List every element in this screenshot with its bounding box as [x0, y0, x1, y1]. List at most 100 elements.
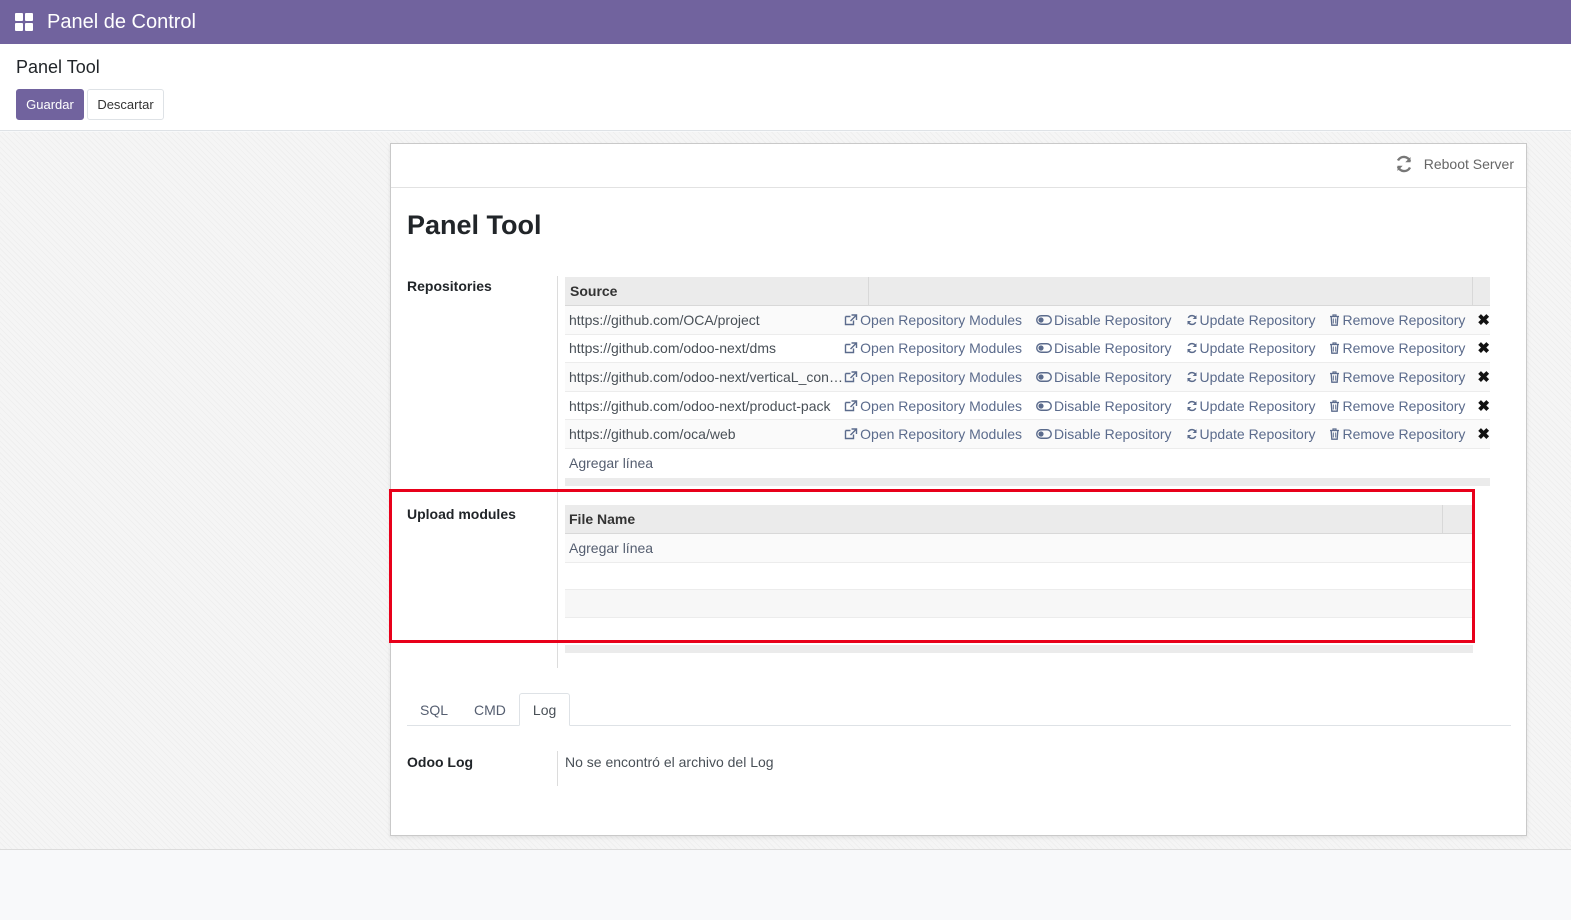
remove-repository-label: Remove Repository [1342, 397, 1466, 414]
field-separator [557, 751, 558, 786]
toggle-off-icon [1036, 400, 1052, 411]
save-button[interactable]: Guardar [16, 89, 84, 120]
toggle-off-icon [1036, 372, 1052, 382]
repositories-table-header: Source [565, 276, 1490, 306]
disable-repository-button[interactable]: Disable Repository [1036, 398, 1172, 414]
upload-modules-table: File Name Agregar línea [565, 504, 1473, 653]
trash-icon [1330, 342, 1340, 355]
notebook-tabs: SQL CMD Log [407, 693, 1511, 726]
remove-repository-label: Remove Repository [1342, 340, 1466, 357]
disable-repository-label: Disable Repository [1054, 340, 1172, 357]
refresh-icon [1186, 343, 1197, 354]
repository-url[interactable]: https://github.com/oca/web [565, 426, 844, 442]
disable-repository-button[interactable]: Disable Repository [1036, 426, 1172, 442]
repositories-table: Source https://github.com/OCA/project Ope… [565, 276, 1490, 486]
delete-row-icon[interactable]: ✖ [1477, 339, 1490, 357]
update-repository-label: Update Repository [1199, 311, 1316, 328]
open-repository-button[interactable]: Open Repository Modules [844, 340, 1022, 356]
reboot-server-button[interactable]: Reboot Server [1394, 154, 1514, 174]
remove-repository-button[interactable]: Remove Repository [1329, 312, 1465, 328]
open-repository-button[interactable]: Open Repository Modules [844, 398, 1022, 414]
page-title: Panel Tool [407, 210, 542, 240]
disable-repository-button[interactable]: Disable Repository [1036, 340, 1172, 356]
odoo-log-label: Odoo Log [407, 754, 474, 770]
table-row[interactable]: https://github.com/oca/web Open Repositor… [565, 420, 1490, 449]
repository-url[interactable]: https://github.com/odoo-next/verticaL_co… [565, 369, 844, 385]
table-row[interactable]: https://github.com/odoo-next/verticaL_co… [565, 363, 1490, 392]
source-column-header[interactable]: Source [565, 276, 869, 306]
empty-row [565, 562, 1473, 590]
repository-url[interactable]: https://github.com/OCA/project [565, 312, 844, 328]
remove-repository-button[interactable]: Remove Repository [1329, 340, 1465, 356]
add-repository-line-link[interactable]: Agregar línea [565, 455, 653, 471]
upload-table-header: File Name [565, 504, 1473, 534]
delete-row-icon[interactable]: ✖ [1477, 425, 1490, 443]
repository-url[interactable]: https://github.com/odoo-next/dms [565, 340, 844, 356]
disable-repository-label: Disable Repository [1054, 426, 1172, 443]
external-link-icon [844, 428, 858, 440]
refresh-icon [1186, 429, 1197, 440]
open-repository-button[interactable]: Open Repository Modules [844, 426, 1022, 442]
toggle-off-icon [1036, 314, 1052, 325]
open-repository-label: Open Repository Modules [860, 368, 1023, 385]
app-title[interactable]: Panel de Control [47, 11, 196, 34]
field-separator [557, 276, 558, 668]
odoo-log-value: No se encontró el archivo del Log [565, 754, 774, 770]
form-sheet: Reboot Server Panel Tool Repositories So… [390, 143, 1527, 836]
update-repository-label: Update Repository [1199, 397, 1316, 414]
refresh-icon [1186, 314, 1197, 325]
refresh-icon [1186, 400, 1197, 411]
repository-url[interactable]: https://github.com/odoo-next/product-pac… [565, 398, 844, 414]
top-navbar: Panel de Control [0, 0, 1571, 44]
remove-repository-label: Remove Repository [1342, 426, 1466, 443]
remove-repository-button[interactable]: Remove Repository [1329, 369, 1465, 385]
update-repository-button[interactable]: Update Repository [1186, 369, 1315, 385]
delete-row-icon[interactable]: ✖ [1477, 368, 1490, 386]
sheet-header: Reboot Server [391, 144, 1526, 188]
apps-menu-icon[interactable] [15, 13, 33, 31]
delete-row-icon[interactable]: ✖ [1477, 311, 1490, 329]
repositories-rows: https://github.com/OCA/project Open Repos… [565, 306, 1490, 449]
upload-table-footer [565, 644, 1473, 653]
update-repository-button[interactable]: Update Repository [1186, 311, 1316, 328]
update-repository-label: Update Repository [1199, 426, 1316, 443]
table-row[interactable]: https://github.com/odoo-next/dms Open Rep… [565, 335, 1490, 364]
refresh-icon [1186, 371, 1197, 383]
update-repository-button[interactable]: Update Repository [1186, 397, 1316, 414]
update-repository-button[interactable]: Update Repository [1186, 340, 1316, 357]
table-row[interactable]: https://github.com/odoo-next/product-pac… [565, 392, 1490, 421]
disable-repository-button[interactable]: Disable Repository [1036, 312, 1172, 328]
trash-icon [1330, 314, 1340, 326]
discard-button[interactable]: Descartar [87, 89, 164, 120]
add-upload-line-link[interactable]: Agregar línea [565, 540, 653, 556]
upload-add-row: Agregar línea [565, 534, 1473, 563]
repositories-table-footer [565, 477, 1490, 486]
trash-icon [1330, 399, 1340, 412]
update-repository-button[interactable]: Update Repository [1186, 426, 1316, 443]
disable-repository-button[interactable]: Disable Repository [1036, 369, 1172, 385]
upload-modules-label: Upload modules [407, 506, 516, 522]
tab-log[interactable]: Log [518, 693, 571, 726]
trash-icon [1330, 371, 1340, 383]
trash-icon [1330, 428, 1340, 441]
file-name-column-header[interactable]: File Name [565, 504, 1443, 534]
open-repository-button[interactable]: Open Repository Modules [844, 369, 1022, 385]
external-link-icon [844, 314, 858, 325]
tab-cmd[interactable]: CMD [461, 693, 519, 726]
external-link-icon [844, 371, 858, 383]
open-repository-button[interactable]: Open Repository Modules [844, 312, 1022, 328]
control-panel: Panel Tool Guardar Descartar [0, 44, 1571, 131]
remove-repository-label: Remove Repository [1342, 368, 1466, 385]
tab-sql[interactable]: SQL [407, 693, 461, 726]
breadcrumb: Panel Tool [16, 57, 100, 77]
remove-repository-button[interactable]: Remove Repository [1329, 398, 1465, 414]
open-repository-label: Open Repository Modules [860, 426, 1023, 443]
delete-row-icon[interactable]: ✖ [1477, 397, 1490, 415]
repositories-add-row: Agregar línea [565, 448, 1490, 478]
remove-repository-button[interactable]: Remove Repository [1329, 426, 1465, 442]
update-repository-label: Update Repository [1199, 340, 1316, 357]
external-link-icon [844, 342, 858, 354]
disable-repository-label: Disable Repository [1054, 368, 1172, 385]
table-row[interactable]: https://github.com/OCA/project Open Repos… [565, 306, 1490, 335]
external-link-icon [844, 399, 858, 411]
